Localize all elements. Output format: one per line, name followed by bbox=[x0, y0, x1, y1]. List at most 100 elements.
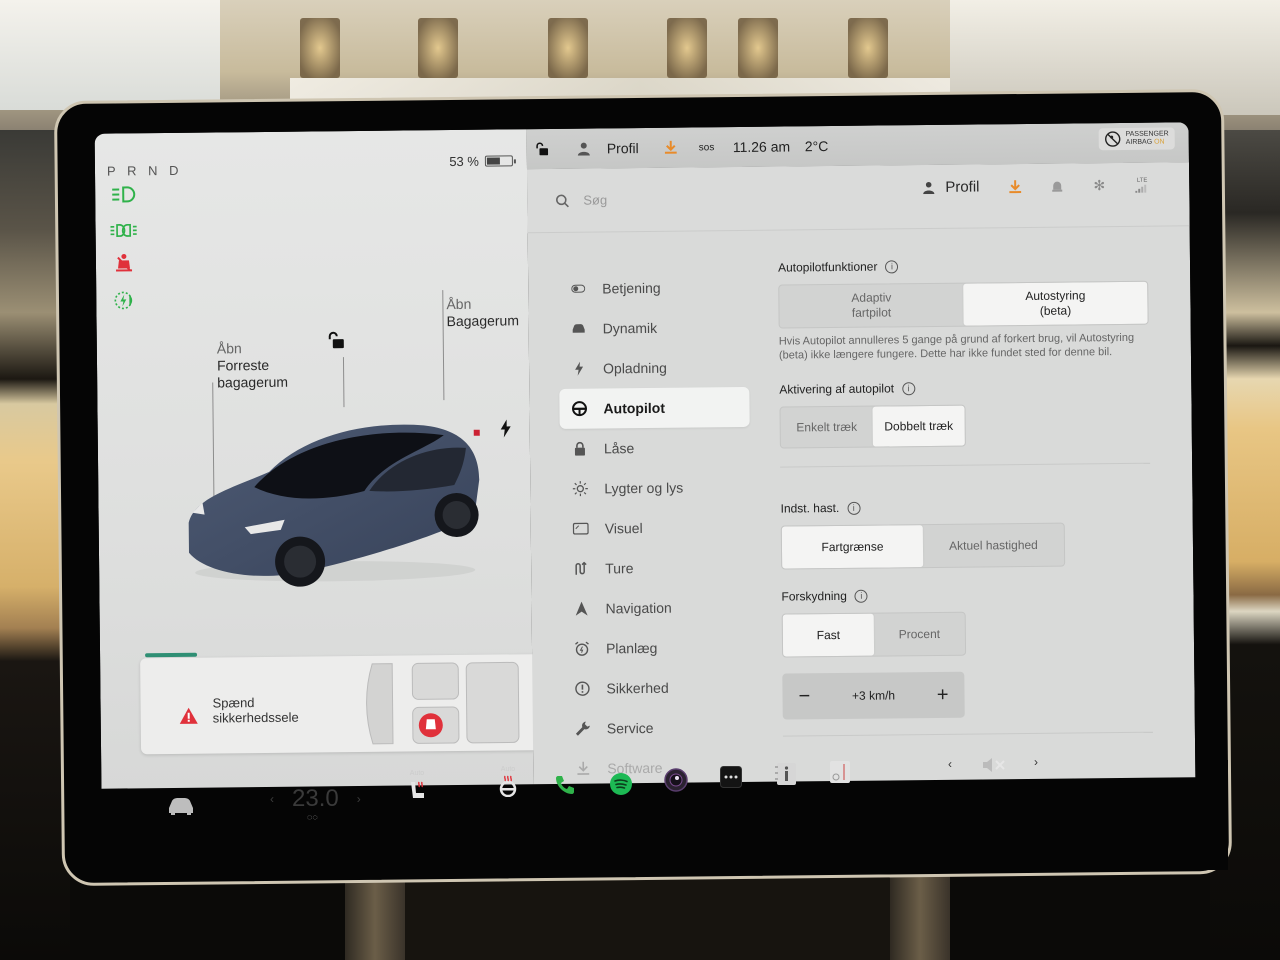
fan-seat-icon: ◌◌ bbox=[307, 812, 318, 822]
header-status-icons: Profil ✻ LTE bbox=[922, 177, 1149, 196]
sidebar-item-label: Dynamik bbox=[602, 319, 658, 337]
seat-heater-button[interactable]: Auto bbox=[408, 770, 426, 801]
lock-icon bbox=[572, 441, 588, 457]
car-3d-image[interactable] bbox=[173, 390, 495, 593]
phone-icon[interactable] bbox=[553, 773, 577, 797]
sidebar-item-betjening[interactable]: Betjening bbox=[558, 267, 748, 309]
sos-button[interactable]: sos bbox=[699, 142, 715, 153]
sidebar-item-visuel[interactable]: Visuel bbox=[561, 507, 751, 549]
temp-decrease-chevron[interactable]: ‹ bbox=[270, 792, 274, 806]
info-icon[interactable]: i bbox=[854, 589, 868, 603]
download-icon[interactable] bbox=[1009, 179, 1022, 194]
volume-muted-icon[interactable] bbox=[980, 753, 1008, 777]
lte-signal-icon: LTE bbox=[1135, 178, 1149, 193]
profile-button[interactable]: Profil bbox=[577, 140, 639, 157]
calendar-icon[interactable] bbox=[828, 760, 852, 784]
sidebar-item-dynamik[interactable]: Dynamik bbox=[558, 307, 748, 349]
spotify-icon[interactable] bbox=[609, 772, 633, 796]
header-profile-button[interactable]: Profil bbox=[922, 178, 980, 196]
settings-panel: Søg Profil ✻ LTE Betjening Dynamik Opladni… bbox=[526, 162, 1196, 789]
sidebar-item-lygter-og-lys[interactable]: Lygter og lys bbox=[560, 467, 750, 509]
battery-status: 53 % bbox=[449, 153, 513, 169]
battery-percent: 53 % bbox=[449, 153, 479, 170]
person-icon bbox=[923, 181, 935, 195]
option-line: fartpilot bbox=[851, 305, 892, 320]
section-divider bbox=[780, 462, 1151, 468]
alert-progress-bar bbox=[145, 652, 197, 658]
unlock-icon[interactable] bbox=[327, 331, 345, 349]
sidebar-item-navigation[interactable]: Navigation bbox=[561, 587, 751, 629]
autopilot-features-selector: Adaptiv fartpilot Autostyring (beta) bbox=[778, 280, 1149, 329]
search-field[interactable]: Søg bbox=[555, 192, 607, 208]
sidebar-item-autopilot[interactable]: Autopilot bbox=[559, 386, 750, 429]
option-line: (beta) bbox=[1039, 303, 1072, 318]
option-speed-limit[interactable]: Fartgrænse bbox=[781, 525, 924, 569]
steering-wheel-heater-icon bbox=[499, 775, 517, 797]
sun-icon bbox=[572, 481, 588, 497]
increase-button[interactable]: + bbox=[937, 683, 949, 706]
cabin-temperature[interactable]: 23.0 bbox=[292, 785, 339, 813]
bell-icon[interactable] bbox=[1051, 179, 1063, 193]
sidebar-item-label: Planlæg bbox=[605, 639, 658, 657]
bluetooth-icon[interactable]: ✻ bbox=[1093, 177, 1105, 194]
option-fixed[interactable]: Fast bbox=[782, 613, 875, 657]
frunk-action: Åbn bbox=[216, 340, 242, 357]
touchscreen: P R N D 53 % Åbn Forreste bagagerum Åbn … bbox=[94, 122, 1196, 789]
parking-lights-icon bbox=[110, 219, 138, 241]
lock-status[interactable] bbox=[535, 142, 549, 156]
car-button[interactable] bbox=[166, 796, 196, 816]
sidebar-item-service[interactable]: Service bbox=[563, 707, 753, 749]
volume-decrease-chevron[interactable]: ‹ bbox=[948, 757, 952, 771]
sidebar-item-planlæg[interactable]: Planlæg bbox=[562, 627, 752, 669]
alert-line2: sikkerhedssele bbox=[212, 709, 299, 726]
sidebar-item-ture[interactable]: Ture bbox=[561, 547, 751, 589]
option-percent[interactable]: Procent bbox=[874, 613, 965, 656]
gear-selector[interactable]: P R N D bbox=[107, 163, 183, 179]
toggle-icon bbox=[570, 281, 586, 297]
option-double-pull[interactable]: Dobbelt træk bbox=[872, 405, 965, 447]
info-icon[interactable]: i bbox=[847, 501, 861, 515]
car-icon bbox=[169, 798, 193, 815]
set-speed-selector: Fartgrænse Aktuel hastighed bbox=[780, 522, 1066, 570]
airbag-line2: AIRBAG bbox=[1125, 138, 1153, 146]
option-single-pull[interactable]: Enkelt træk bbox=[781, 407, 873, 448]
wrench-icon bbox=[575, 721, 591, 737]
charging-ready-icon bbox=[110, 289, 138, 311]
seatbelt-alert-card[interactable]: Spænd sikkerhedssele bbox=[140, 654, 540, 755]
sidebar-item-låse[interactable]: Låse bbox=[560, 427, 750, 469]
option-current-speed[interactable]: Aktuel hastighed bbox=[923, 524, 1064, 567]
sidebar-item-label: Service bbox=[606, 719, 654, 737]
search-icon bbox=[556, 194, 569, 207]
clock: 11.26 am bbox=[732, 138, 791, 156]
download-icon[interactable] bbox=[664, 140, 677, 155]
background-window bbox=[0, 0, 220, 110]
decrease-button[interactable]: − bbox=[798, 685, 810, 708]
airbag-off-icon bbox=[1104, 131, 1121, 147]
camera-icon[interactable] bbox=[664, 768, 688, 792]
temp-increase-chevron[interactable]: › bbox=[357, 792, 361, 806]
manual-icon[interactable] bbox=[774, 762, 798, 786]
open-frunk-button[interactable]: Åbn Forreste bagagerum bbox=[217, 340, 288, 392]
steering-heater-button[interactable]: Auto bbox=[498, 766, 518, 797]
option-adaptive-cruise[interactable]: Adaptiv fartpilot bbox=[779, 284, 963, 328]
sidebar-item-label: Visuel bbox=[604, 520, 643, 537]
info-icon[interactable]: i bbox=[885, 259, 899, 273]
passenger-airbag-indicator: PASSENGER AIRBAG ON bbox=[1098, 127, 1175, 151]
sidebar-item-label: Betjening bbox=[602, 279, 661, 297]
set-speed-label: Indst. hast. bbox=[780, 500, 840, 516]
navigation-arrow-icon bbox=[574, 601, 590, 617]
wall-picture bbox=[848, 18, 888, 78]
seat-heater-auto-label: Auto bbox=[409, 770, 425, 777]
lightning-icon bbox=[571, 361, 587, 377]
more-icon[interactable] bbox=[719, 765, 743, 789]
sidebar-item-opladning[interactable]: Opladning bbox=[559, 347, 749, 389]
volume-increase-chevron[interactable]: › bbox=[1034, 755, 1038, 769]
settings-header: Søg Profil ✻ LTE bbox=[526, 162, 1190, 234]
option-autosteer[interactable]: Autostyring (beta) bbox=[963, 281, 1148, 326]
info-icon[interactable]: i bbox=[901, 381, 916, 395]
sidebar-item-sikkerhed[interactable]: Sikkerhed bbox=[562, 667, 752, 709]
open-trunk-button[interactable]: Åbn Bagagerum bbox=[446, 295, 519, 330]
autopilot-settings: Autopilotfunktioner i Adaptiv fartpilot A… bbox=[778, 253, 1163, 737]
cabin-temperature-control: ‹ 23.0 › bbox=[270, 785, 361, 813]
charge-port-icon[interactable] bbox=[500, 419, 512, 438]
